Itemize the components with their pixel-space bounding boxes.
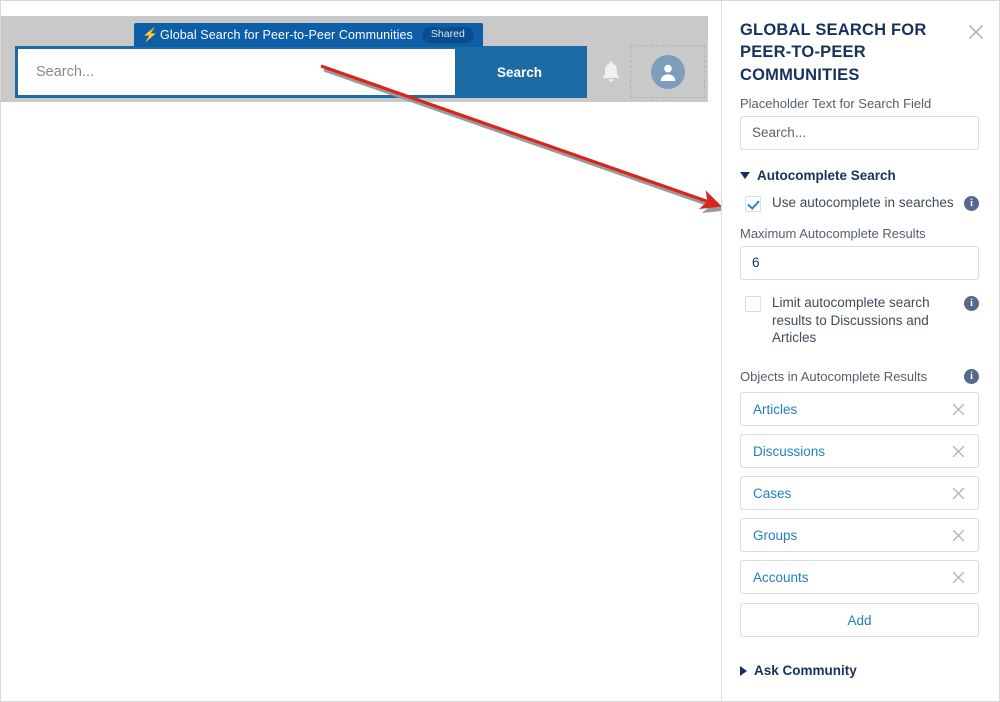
search-input[interactable] [18,49,455,95]
max-results-label: Maximum Autocomplete Results [740,225,926,241]
chevron-down-icon [740,171,750,179]
info-icon[interactable]: i [964,295,979,311]
remove-icon[interactable] [951,528,966,543]
use-autocomplete-label: Use autocomplete in searches [772,194,954,210]
close-icon[interactable] [967,23,985,41]
remove-icon[interactable] [951,402,966,417]
annotation-arrow [320,64,721,214]
search-button[interactable]: Search [455,49,584,95]
object-label: Cases [753,485,792,501]
list-item[interactable]: Articles [740,392,979,427]
profile-drop-zone[interactable] [630,45,705,98]
use-autocomplete-row[interactable]: Use autocomplete in searches i [740,194,979,212]
object-label: Groups [753,527,798,543]
list-item[interactable]: Discussions [740,434,979,469]
limit-results-checkbox[interactable] [745,295,761,312]
section-autocomplete-search[interactable]: Autocomplete Search [740,168,979,183]
limit-results-label: Limit autocomplete search results to Dis… [772,294,930,346]
notification-bell-icon[interactable] [599,59,623,85]
placeholder-text-input[interactable] [740,115,979,150]
section-ask-community-label: Ask Community [754,663,857,679]
user-avatar-icon[interactable] [650,54,685,89]
lightning-bolt-icon: ⚡ [142,27,159,42]
object-label: Articles [753,401,798,417]
global-search-component[interactable]: Search [15,46,587,98]
section-ask-community[interactable]: Ask Community [740,663,979,678]
info-icon[interactable]: i [964,195,979,211]
remove-icon[interactable] [951,486,966,501]
objects-header: Objects in Autocomplete Results i [740,369,979,385]
add-object-button[interactable]: Add [740,603,979,638]
object-label: Discussions [753,443,826,459]
limit-results-row[interactable]: Limit autocomplete search results to Dis… [740,294,979,347]
section-autocomplete-label: Autocomplete Search [757,167,896,183]
component-properties-panel: Global Search for Peer-to-Peer Communiti… [721,1,999,701]
placeholder-field-label: Placeholder Text for Search Field [740,95,932,111]
max-results-input[interactable] [740,245,979,280]
info-icon[interactable]: i [964,369,979,385]
selected-component-label: Global Search for Peer-to-Peer Communiti… [160,28,413,42]
page-root: ⚡ Global Search for Peer-to-Peer Communi… [0,0,1000,702]
use-autocomplete-checkbox[interactable] [745,195,761,212]
list-item[interactable]: Accounts [740,560,979,595]
objects-label: Objects in Autocomplete Results [740,369,928,385]
object-label: Accounts [753,569,809,585]
chevron-right-icon [740,665,747,676]
community-builder-preview: ⚡ Global Search for Peer-to-Peer Communi… [1,1,721,701]
list-item[interactable]: Groups [740,518,979,553]
remove-icon[interactable] [951,570,966,585]
shared-badge: Shared [421,27,474,43]
remove-icon[interactable] [951,444,966,459]
selected-component-tab[interactable]: ⚡ Global Search for Peer-to-Peer Communi… [134,23,483,47]
page-title: Global Search for Peer-to-Peer Communiti… [740,21,927,84]
list-item[interactable]: Cases [740,476,979,511]
